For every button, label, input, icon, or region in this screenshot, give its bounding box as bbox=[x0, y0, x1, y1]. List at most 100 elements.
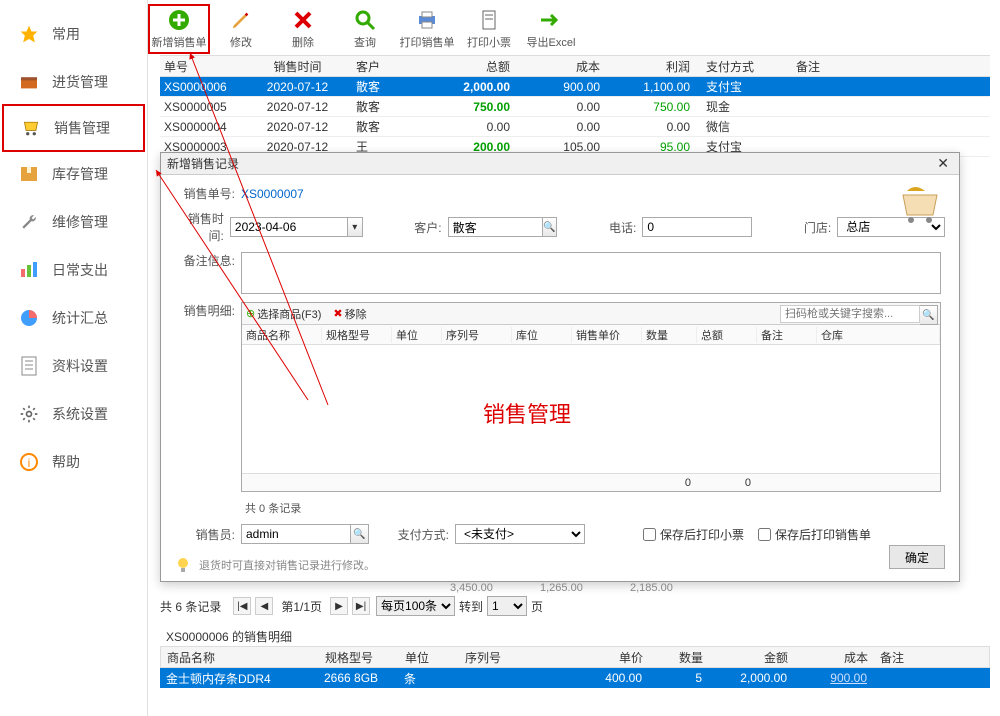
tool-label: 打印销售单 bbox=[400, 34, 455, 50]
sidebar-item-stats[interactable]: 统计汇总 bbox=[0, 294, 147, 342]
search-icon[interactable]: 🔍 bbox=[543, 217, 558, 237]
star-icon bbox=[18, 23, 40, 45]
search-icon bbox=[353, 8, 377, 32]
btn-select-product[interactable]: ⊕ 选择商品(F3) bbox=[246, 306, 321, 322]
th-pay[interactable]: 支付方式 bbox=[700, 58, 790, 75]
date-input[interactable] bbox=[230, 217, 348, 237]
detail-section-title: XS0000006 的销售明细 bbox=[166, 628, 292, 645]
sidebar-label: 常用 bbox=[52, 24, 80, 44]
sidebar-label: 进货管理 bbox=[52, 72, 108, 92]
th-note[interactable]: 备注 bbox=[790, 58, 990, 75]
hint-text: 退货时可直接对销售记录进行修改。 bbox=[199, 557, 375, 573]
dialog-title-text: 新增销售记录 bbox=[167, 155, 239, 172]
sidebar-item-expense[interactable]: 日常支出 bbox=[0, 246, 147, 294]
doc-icon bbox=[18, 355, 40, 377]
paymethod-select[interactable]: <未支付> bbox=[455, 524, 585, 544]
th-date[interactable]: 销售时间 bbox=[245, 58, 350, 75]
pager-next-icon[interactable]: ▶ bbox=[330, 597, 348, 615]
cart-icon bbox=[895, 185, 945, 225]
x-icon bbox=[291, 8, 315, 32]
th-id[interactable]: 单号 bbox=[160, 58, 245, 75]
sidebar-label: 日常支出 bbox=[52, 260, 108, 280]
remark-textarea[interactable] bbox=[241, 252, 941, 294]
detail-footer: 0 0 bbox=[242, 473, 940, 491]
plus-icon: ⊕ bbox=[246, 307, 255, 320]
close-icon[interactable]: ✕ bbox=[933, 155, 953, 172]
confirm-button[interactable]: 确定 bbox=[889, 545, 945, 569]
chk-print-receipt[interactable]: 保存后打印小票 bbox=[643, 526, 744, 543]
sidebar-item-sales[interactable]: 销售管理 bbox=[2, 104, 145, 152]
gear-icon bbox=[18, 403, 40, 425]
box-in-icon bbox=[18, 71, 40, 93]
label-cust: 客户: bbox=[393, 219, 442, 236]
btn-edit[interactable]: 修改 bbox=[210, 4, 272, 54]
btn-delete[interactable]: 删除 bbox=[272, 4, 334, 54]
table-header: 单号 销售时间 客户 总额 成本 利润 支付方式 备注 bbox=[160, 55, 990, 77]
detail-table-row[interactable]: 金士顿内存条DDR4 2666 8GB 条 400.00 5 2,000.00 … bbox=[160, 668, 990, 688]
btn-new-sale[interactable]: 新增销售单 bbox=[148, 4, 210, 54]
info-icon: i bbox=[18, 451, 40, 473]
sidebar-label: 资料设置 bbox=[52, 356, 108, 376]
detail-record-count: 共 0 条记录 bbox=[245, 500, 945, 516]
search-icon[interactable]: 🔍 bbox=[920, 305, 938, 325]
cart-icon bbox=[20, 117, 42, 139]
sidebar-item-data[interactable]: 资料设置 bbox=[0, 342, 147, 390]
chart-icon bbox=[18, 259, 40, 281]
pencil-icon bbox=[229, 8, 253, 32]
tool-label: 修改 bbox=[230, 34, 252, 50]
sidebar-label: 系统设置 bbox=[52, 404, 108, 424]
label-phone: 电话: bbox=[587, 219, 636, 236]
customer-input[interactable] bbox=[448, 217, 543, 237]
pager-first-icon[interactable]: |◀ bbox=[233, 597, 251, 615]
new-sale-dialog: 新增销售记录 ✕ 销售单号: XS0000007 销售时间: ▾ 客户: 🔍 电… bbox=[160, 152, 960, 582]
pager-prev-icon[interactable]: ◀ bbox=[255, 597, 273, 615]
btn-print-order[interactable]: 打印销售单 bbox=[396, 4, 458, 54]
tool-label: 打印小票 bbox=[467, 34, 511, 50]
table-row[interactable]: XS0000006 2020-07-12 散客 2,000.00 900.00 … bbox=[160, 77, 990, 97]
scan-search-input[interactable] bbox=[780, 305, 920, 323]
pager-last-icon[interactable]: ▶| bbox=[352, 597, 370, 615]
detail-header: 商品名称 规格型号 单位 序列号 库位 销售单价 数量 总额 备注 仓库 bbox=[242, 325, 940, 345]
tool-label: 新增销售单 bbox=[152, 34, 207, 50]
label-paymethod: 支付方式: bbox=[389, 526, 449, 543]
pager: 共 6 条记录 |◀ ◀ 第1/1页 ▶ ▶| 每页100条 转到 1 页 bbox=[160, 596, 543, 616]
pager-page: 第1/1页 bbox=[281, 598, 322, 615]
search-icon[interactable]: 🔍 bbox=[351, 524, 369, 544]
salesman-input[interactable] bbox=[241, 524, 351, 544]
package-icon bbox=[18, 163, 40, 185]
sidebar-item-help[interactable]: i 帮助 bbox=[0, 438, 147, 486]
goto-select[interactable]: 1 bbox=[487, 596, 527, 616]
sidebar-item-repair[interactable]: 维修管理 bbox=[0, 198, 147, 246]
sidebar-label: 统计汇总 bbox=[52, 308, 108, 328]
receipt-icon bbox=[477, 8, 501, 32]
label-store: 门店: bbox=[782, 219, 831, 236]
sidebar-item-purchase[interactable]: 进货管理 bbox=[0, 58, 147, 106]
table-row[interactable]: XS0000004 2020-07-12 散客 0.00 0.00 0.00 微… bbox=[160, 117, 990, 137]
label-detail: 销售明细: bbox=[175, 302, 235, 319]
th-amt[interactable]: 总额 bbox=[430, 58, 520, 75]
table-row[interactable]: XS0000005 2020-07-12 散客 750.00 0.00 750.… bbox=[160, 97, 990, 117]
btn-remove[interactable]: ✖ 移除 bbox=[333, 306, 366, 322]
btn-print-receipt[interactable]: 打印小票 bbox=[458, 4, 520, 54]
sidebar-item-common[interactable]: 常用 bbox=[0, 10, 147, 58]
th-cost[interactable]: 成本 bbox=[520, 58, 610, 75]
tool-label: 删除 bbox=[292, 34, 314, 50]
pie-icon bbox=[18, 307, 40, 329]
btn-export-excel[interactable]: 导出Excel bbox=[520, 4, 582, 54]
detail-table-header: 商品名称 规格型号 单位 序列号 单价 数量 金额 成本 备注 bbox=[160, 646, 990, 668]
bulb-icon bbox=[175, 556, 193, 574]
goto-label: 转到 bbox=[459, 598, 483, 615]
date-dropdown-icon[interactable]: ▾ bbox=[348, 217, 363, 237]
sales-table: 单号 销售时间 客户 总额 成本 利润 支付方式 备注 XS0000006 20… bbox=[160, 55, 990, 157]
dialog-titlebar[interactable]: 新增销售记录 ✕ bbox=[161, 153, 959, 175]
chk-print-order[interactable]: 保存后打印销售单 bbox=[758, 526, 871, 543]
sidebar-item-system[interactable]: 系统设置 bbox=[0, 390, 147, 438]
phone-input[interactable] bbox=[642, 217, 752, 237]
th-cust[interactable]: 客户 bbox=[350, 58, 430, 75]
goto-suffix: 页 bbox=[531, 598, 543, 615]
label-time: 销售时间: bbox=[175, 210, 224, 244]
sidebar-item-stock[interactable]: 库存管理 bbox=[0, 150, 147, 198]
th-profit[interactable]: 利润 bbox=[610, 58, 700, 75]
per-page-select[interactable]: 每页100条 bbox=[376, 596, 455, 616]
btn-search[interactable]: 查询 bbox=[334, 4, 396, 54]
